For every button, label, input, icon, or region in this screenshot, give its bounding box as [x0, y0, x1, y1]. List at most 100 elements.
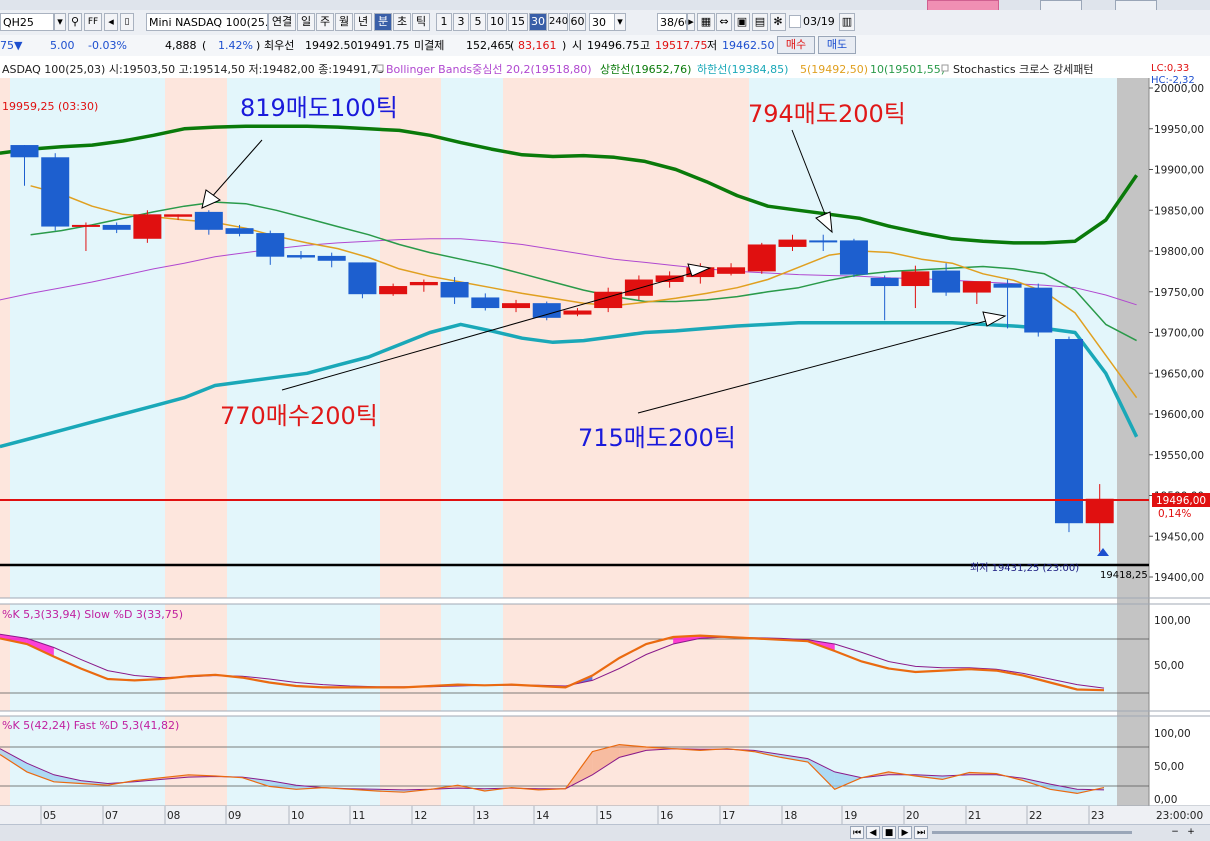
- x-axis-end-time: 23:00:00: [1156, 810, 1203, 822]
- interval-10[interactable]: 10: [487, 13, 507, 31]
- zoom-out-icon[interactable]: −: [1168, 826, 1182, 839]
- fast-y-tick-label: 100,00: [1154, 728, 1191, 740]
- session-band: [749, 604, 1117, 711]
- annotation-715: 715매도200틱: [578, 424, 736, 452]
- volume: 4,888: [165, 39, 197, 52]
- sell-button[interactable]: 매도: [818, 36, 856, 54]
- gear-icon[interactable]: ✻: [770, 13, 786, 31]
- search-icon[interactable]: ⚲: [68, 13, 82, 31]
- zoom-in-icon[interactable]: +: [1184, 826, 1198, 839]
- button-month[interactable]: 월: [335, 13, 353, 31]
- symbol-name-field[interactable]: Mini NASDAQ 100(25.0: [146, 13, 268, 31]
- button-day[interactable]: 일: [297, 13, 315, 31]
- current-price-pct: 0,14%: [1158, 508, 1191, 520]
- button-year[interactable]: 년: [354, 13, 372, 31]
- scroll-last-icon[interactable]: ⏭: [914, 826, 928, 839]
- interval-3[interactable]: 3: [453, 13, 469, 31]
- candle-up: [717, 267, 746, 274]
- low-price-label: 최저 19431,25 (23:00): [970, 562, 1079, 574]
- button-second[interactable]: 초: [393, 13, 411, 31]
- volume-pct: 1.42%: [218, 39, 253, 52]
- slow-y-tick-label: 50,00: [1154, 660, 1184, 672]
- x-tick-label: 05: [43, 810, 56, 822]
- fast-y-tick-label: 50,00: [1154, 761, 1184, 773]
- candle-up: [778, 239, 807, 247]
- open-interest: 152,465: [466, 39, 512, 52]
- symbol-code-field[interactable]: QH25: [0, 13, 54, 31]
- candle-up: [379, 286, 408, 295]
- interval-chevron-down-icon[interactable]: ▾: [614, 13, 626, 31]
- resize-icon[interactable]: ⇔: [716, 13, 732, 31]
- save-icon[interactable]: ▣: [734, 13, 750, 31]
- legend-ma10: 10(19501,55): [870, 63, 945, 76]
- symbol-dropdown-chevron-icon[interactable]: ▾: [54, 13, 66, 31]
- scroll-icon[interactable]: ▯: [120, 13, 134, 31]
- y-tick-label: 19950,00: [1154, 124, 1204, 136]
- buy-button[interactable]: 매수: [777, 36, 815, 54]
- candle-up: [502, 303, 531, 309]
- scroll-bar-icon[interactable]: ▸: [687, 13, 695, 31]
- print-icon[interactable]: ▤: [752, 13, 768, 31]
- open-label: 시: [572, 39, 583, 52]
- x-tick-label: 20: [906, 810, 919, 822]
- interval-select[interactable]: 30: [589, 13, 615, 31]
- y-tick-label: 19400,00: [1154, 572, 1204, 584]
- candle-up: [962, 281, 991, 293]
- scroll-prev-icon[interactable]: ◀: [866, 826, 880, 839]
- scroll-first-icon[interactable]: ⏮: [850, 826, 864, 839]
- candle-up: [164, 214, 193, 217]
- button-week[interactable]: 주: [316, 13, 334, 31]
- candle-down: [317, 255, 346, 261]
- quote-bar: 75▼ 5.00 -0.03% 4,888 ( 1.42% ) 최우선 1949…: [0, 35, 1210, 57]
- interval-30[interactable]: 30: [529, 13, 547, 31]
- y-tick-label: 19450,00: [1154, 531, 1204, 543]
- date-field[interactable]: 03/19: [801, 13, 837, 31]
- fast-y-tick-label: 0,00: [1154, 794, 1177, 806]
- button-minute[interactable]: 분: [374, 13, 392, 31]
- calendar-icon[interactable]: ▥: [839, 13, 855, 31]
- candle-down: [10, 145, 39, 158]
- best-ask: 19491.75: [357, 39, 410, 52]
- volume-pct-close: ): [256, 39, 261, 52]
- y-tick-label: 19700,00: [1154, 328, 1204, 340]
- high-price: 19517.75: [655, 39, 708, 52]
- ff-icon[interactable]: FF: [84, 13, 102, 31]
- oi-change-close: ): [562, 39, 567, 52]
- session-band: [227, 716, 380, 806]
- y-tick-label: 19800,00: [1154, 246, 1204, 258]
- button-continuous[interactable]: 연결: [268, 13, 296, 31]
- x-tick-label: 08: [167, 810, 180, 822]
- speaker-icon[interactable]: ◂: [104, 13, 118, 31]
- high-label: 고: [640, 39, 651, 52]
- low-price-value: 19418,25: [1100, 570, 1148, 581]
- zoom-slider[interactable]: [932, 831, 1132, 834]
- session-band: [441, 78, 503, 598]
- legend-ma5: 5(19492,50): [800, 63, 868, 76]
- slow-stoch-legend: %K 5,3(33,94) Slow %D 3(33,75): [2, 608, 183, 621]
- interval-60[interactable]: 60: [569, 13, 586, 31]
- chart-area[interactable]: 19400,0019450,0019500,0019550,0019600,00…: [0, 56, 1210, 824]
- change-value: 5.00: [50, 39, 75, 52]
- interval-1[interactable]: 1: [436, 13, 452, 31]
- date-checkbox[interactable]: [789, 15, 801, 28]
- x-tick-label: 16: [660, 810, 674, 822]
- session-band: [503, 716, 749, 806]
- interval-15[interactable]: 15: [508, 13, 528, 31]
- session-shading: [0, 78, 1149, 806]
- candle-down: [194, 211, 223, 230]
- candle-up: [624, 279, 653, 296]
- candle-down: [256, 233, 285, 257]
- interval-240[interactable]: 240: [548, 13, 568, 31]
- button-tick[interactable]: 틱: [412, 13, 430, 31]
- stop-icon[interactable]: ■: [882, 826, 896, 839]
- low-label: 저: [707, 39, 718, 52]
- session-band: [0, 78, 10, 598]
- x-tick-label: 15: [599, 810, 612, 822]
- candle-down: [932, 270, 961, 293]
- scroll-next-icon[interactable]: ▶: [898, 826, 912, 839]
- interval-5[interactable]: 5: [470, 13, 486, 31]
- session-band: [227, 78, 380, 598]
- legend-bb-lower: 하한선(19384,85): [697, 62, 788, 76]
- slow-y-tick-label: 100,00: [1154, 615, 1191, 627]
- grid-icon[interactable]: ▦: [697, 13, 715, 31]
